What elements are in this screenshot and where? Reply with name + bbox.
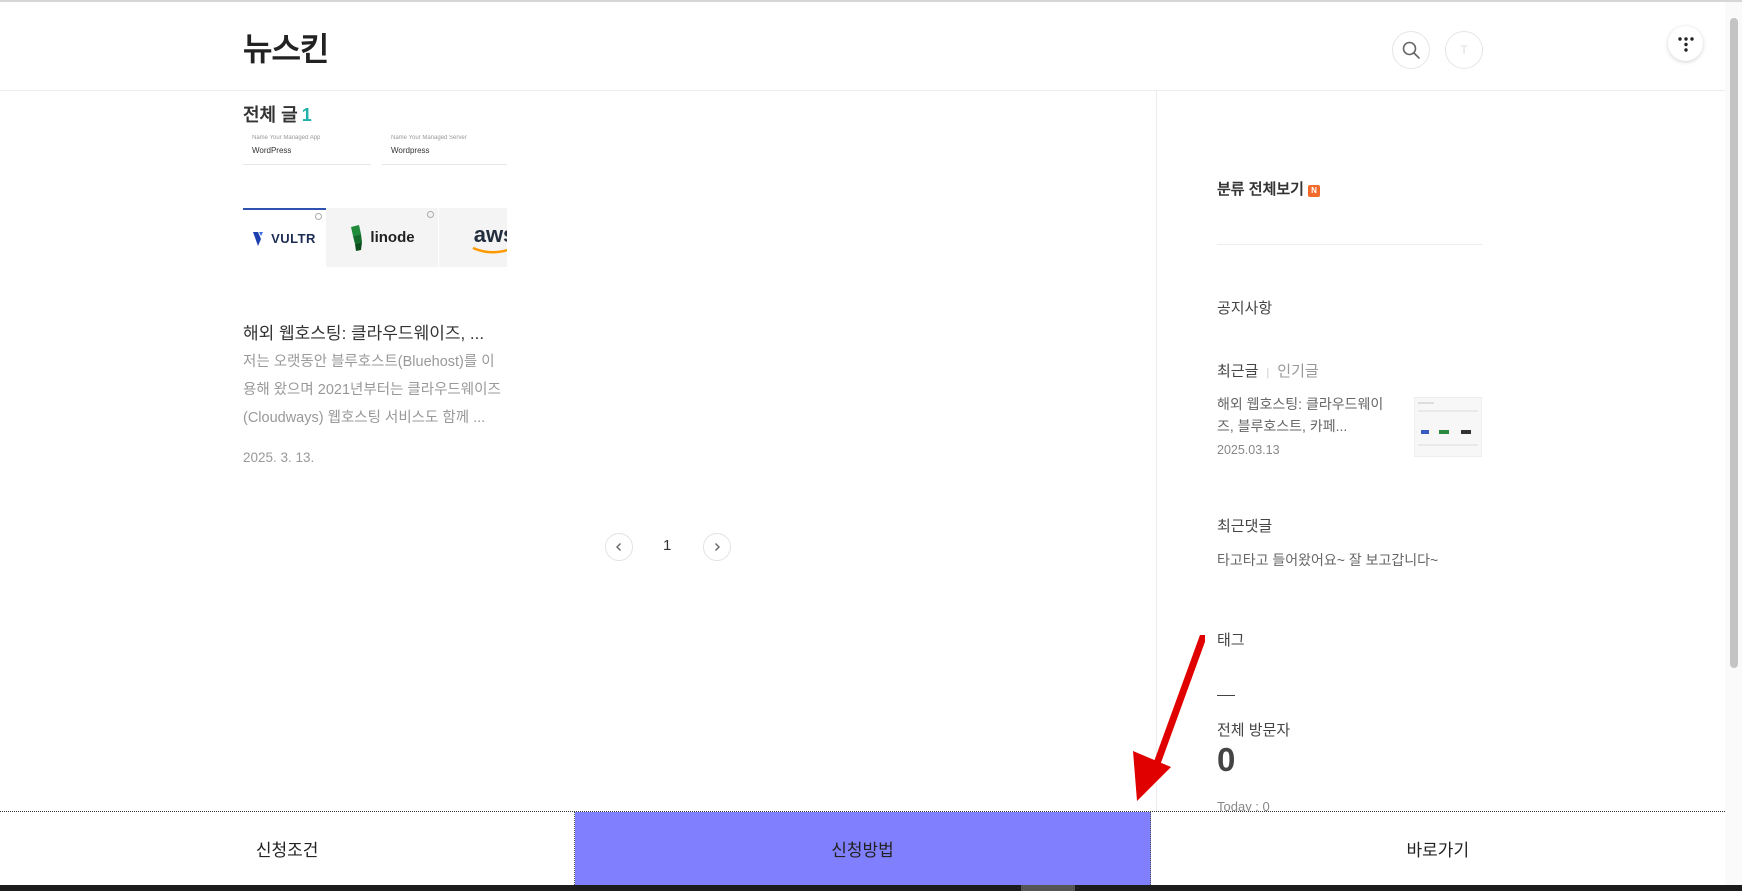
next-page-button[interactable]: [703, 533, 731, 561]
post-title[interactable]: 해외 웹호스팅: 클라우드웨이즈, ...: [243, 319, 484, 344]
info-icon: [315, 213, 322, 220]
search-icon: [1402, 41, 1420, 59]
red-arrow-annotation: [1133, 635, 1205, 801]
section-heading-label: 전체 글: [243, 105, 298, 125]
tab-popular-posts[interactable]: 인기글: [1277, 363, 1318, 380]
pagination: 1: [605, 533, 733, 561]
post-list-area: 전체 글1 Name Your Managed App WordPress Na…: [0, 91, 1156, 811]
category-all-label: 분류 전체보기: [1217, 181, 1304, 198]
visitor-dash-divider: [1217, 695, 1235, 696]
total-visitors-title: 전체 방문자: [1217, 722, 1291, 739]
tab-separator: |: [1266, 367, 1270, 379]
thumb-field-value: WordPress: [252, 146, 292, 155]
menu-button[interactable]: [1668, 26, 1703, 61]
recent-popular-tabs: 최근글 | 인기글: [1217, 360, 1319, 381]
brand-aws: aws: [438, 208, 507, 267]
thumb-field-app: Name Your Managed App WordPress: [243, 135, 371, 165]
notice-link[interactable]: 공지사항: [1217, 297, 1272, 318]
thumb-field-label: Name Your Managed App: [252, 135, 321, 141]
dots-menu-icon: [1677, 36, 1694, 52]
tab-application-method[interactable]: 신청방법: [575, 812, 1151, 885]
section-heading: 전체 글1: [243, 101, 312, 127]
scrollbar-thumb[interactable]: [1730, 18, 1738, 668]
post-excerpt[interactable]: 저는 오랫동안 블루호스트(Bluehost)를 이용해 왔으며 2021년부터…: [243, 348, 505, 432]
chevron-right-icon: [715, 543, 720, 551]
info-icon: [427, 211, 434, 218]
brand-linode-text: linode: [370, 229, 415, 246]
tab-go-shortcut[interactable]: 바로가기: [1151, 812, 1725, 885]
brand-aws-text: aws: [473, 221, 507, 247]
chevron-left-icon: [616, 543, 621, 551]
recent-post-title[interactable]: 해외 웹호스팅: 클라우드웨이즈, 블루호스트, 카페...: [1217, 393, 1392, 437]
vultr-logo-icon: [253, 231, 264, 246]
linode-logo-icon: [351, 224, 363, 251]
thumb-field-label: Name Your Managed Server: [391, 135, 467, 141]
tab-recent-posts[interactable]: 최근글: [1217, 363, 1258, 380]
brand-linode: linode: [326, 208, 438, 267]
new-badge: N: [1307, 185, 1320, 197]
window-bottom-edge: [0, 885, 1742, 891]
sidebar-divider-line: [1217, 244, 1482, 245]
recent-comment-item[interactable]: 타고타고 들어왔어요~ 잘 보고갑니다~: [1217, 550, 1438, 570]
brand-vultr: VULTR: [243, 208, 326, 267]
post-date: 2025. 3. 13.: [243, 450, 315, 465]
tab-application-conditions[interactable]: 신청조건: [0, 812, 576, 885]
sidebar: 분류 전체보기 N 공지사항 최근글 | 인기글 해외 웹호스팅: 클라우드웨이즈, …: [1217, 91, 1482, 814]
recent-post-thumbnail[interactable]: [1414, 397, 1482, 457]
category-all-link[interactable]: 분류 전체보기 N: [1217, 178, 1320, 199]
thumb-field-value: Wordpress: [391, 146, 430, 155]
profile-initial: T: [1460, 43, 1468, 57]
tags-title: 태그: [1217, 632, 1245, 649]
profile-button[interactable]: T: [1445, 31, 1483, 69]
search-button[interactable]: [1392, 31, 1430, 69]
recent-post-item[interactable]: 해외 웹호스팅: 클라우드웨이즈, 블루호스트, 카페... 2025.03.1…: [1217, 393, 1482, 459]
bottom-tab-bar: 신청조건 신청방법 바로가기: [0, 811, 1725, 885]
prev-page-button[interactable]: [605, 533, 633, 561]
thumb-field-server: Name Your Managed Server Wordpress: [382, 135, 507, 165]
post-count: 1: [301, 105, 312, 125]
current-page-number[interactable]: 1: [663, 537, 671, 554]
blog-header: 뉴스킨 T: [0, 2, 1725, 91]
blog-title[interactable]: 뉴스킨: [243, 24, 329, 70]
brand-vultr-text: VULTR: [271, 231, 316, 246]
recent-comments-title: 최근댓글: [1217, 518, 1273, 535]
recent-post-date: 2025.03.13: [1217, 443, 1280, 457]
bottom-scroll-knob[interactable]: [1021, 885, 1075, 891]
aws-smile-icon: [472, 246, 507, 254]
total-visitors-count: 0: [1217, 741, 1236, 778]
